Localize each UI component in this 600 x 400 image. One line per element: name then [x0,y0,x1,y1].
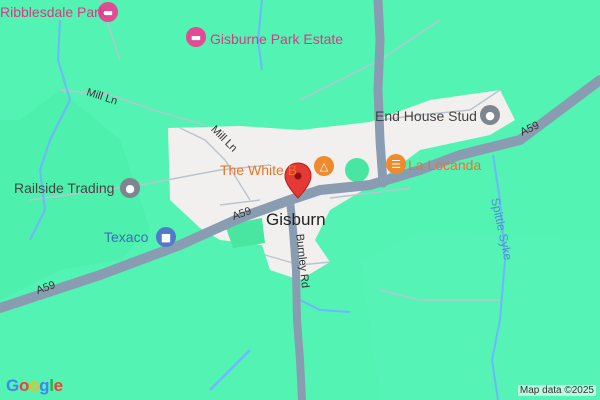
poi-railside-trading[interactable]: Railside Trading [14,180,114,196]
poi-ribblesdale-park[interactable]: Ribblesdale Park [0,4,106,20]
hotel-icon[interactable]: ▬ [186,27,206,47]
fuel-icon[interactable]: ■ [156,227,176,247]
field-area [360,230,600,400]
place-icon[interactable]: ● [120,178,140,198]
map-base-layer [0,0,600,400]
poi-gisburne-park-estate[interactable]: Gisburne Park Estate [210,31,343,47]
map-canvas[interactable]: ▬ ▬ ● △ ☰ ● ■ Ribblesdale Park Gisburne … [0,0,600,400]
poi-the-white-bull[interactable]: The White B [220,162,297,178]
map-attribution[interactable]: Map data ©2025 [517,385,596,396]
green-patch [345,158,369,182]
place-icon[interactable]: ● [480,105,500,125]
town-label: Gisburn [266,210,326,229]
google-logo: Google [6,376,63,395]
poi-end-house-stud[interactable]: End House Stud [375,108,477,124]
restaurant-icon[interactable]: ☰ [386,154,406,174]
poi-texaco[interactable]: Texaco [104,229,148,245]
poi-la-locanda[interactable]: La Locanda [408,157,481,173]
bar-icon[interactable]: △ [314,156,334,176]
